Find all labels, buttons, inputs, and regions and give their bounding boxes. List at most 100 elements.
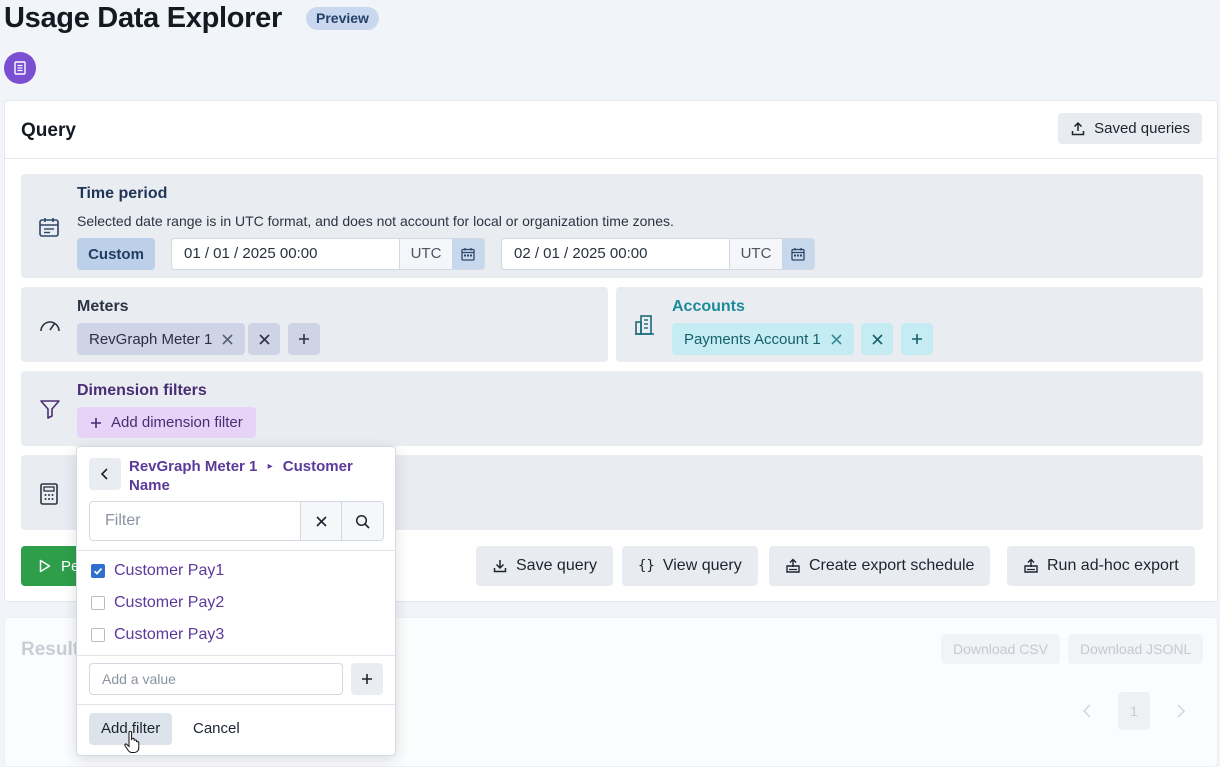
braces-icon: {} bbox=[638, 558, 655, 574]
dimension-value-popover: RevGraph Meter 1 ▸ Customer Name Filter … bbox=[76, 446, 396, 756]
filter-icon bbox=[40, 400, 60, 419]
clear-accounts-button[interactable] bbox=[861, 323, 893, 355]
start-date-group: 01 / 01 / 2025 00:00 UTC bbox=[171, 238, 485, 270]
popover-divider bbox=[77, 550, 395, 551]
view-query-button[interactable]: {} View query bbox=[622, 546, 758, 586]
plus-icon bbox=[912, 334, 922, 344]
value-filter-input[interactable]: Filter bbox=[90, 502, 301, 540]
checkbox-checked[interactable] bbox=[91, 564, 105, 578]
page-number[interactable]: 1 bbox=[1118, 692, 1150, 730]
start-date-input[interactable]: 01 / 01 / 2025 00:00 bbox=[172, 239, 400, 269]
calendar-icon bbox=[461, 248, 475, 261]
plus-icon bbox=[362, 674, 372, 684]
export-icon bbox=[1024, 558, 1038, 573]
add-meter-button[interactable] bbox=[288, 323, 320, 355]
end-date-picker-button[interactable] bbox=[782, 239, 814, 269]
check-icon bbox=[93, 568, 103, 575]
search-icon bbox=[355, 514, 370, 529]
chevron-left-icon bbox=[100, 468, 108, 480]
clear-meters-button[interactable] bbox=[248, 323, 280, 355]
end-timezone: UTC bbox=[730, 239, 782, 269]
add-value-input[interactable]: Add a value bbox=[89, 663, 343, 695]
create-export-schedule-label: Create export schedule bbox=[809, 557, 975, 574]
dimension-filters-panel: Dimension filters Add dimension filter bbox=[21, 371, 1203, 446]
download-icon bbox=[493, 560, 507, 573]
gauge-icon bbox=[40, 321, 60, 332]
dimension-path: RevGraph Meter 1 ▸ Customer Name bbox=[129, 457, 379, 495]
meters-panel: Meters RevGraph Meter 1 bbox=[21, 287, 608, 362]
value-option-label: Customer Pay1 bbox=[114, 562, 225, 579]
accounts-panel: Accounts Payments Account 1 bbox=[616, 287, 1203, 362]
checkbox[interactable] bbox=[91, 628, 105, 642]
clear-filter-button[interactable] bbox=[301, 502, 342, 540]
dimension-filters-title: Dimension filters bbox=[77, 382, 207, 399]
value-filter-group: Filter bbox=[89, 501, 384, 541]
download-jsonl-button[interactable]: Download JSONL bbox=[1068, 634, 1204, 664]
prev-page-button[interactable] bbox=[1071, 692, 1103, 730]
plus-icon bbox=[91, 417, 101, 428]
account-chip: Payments Account 1 bbox=[672, 323, 854, 355]
add-value-button[interactable] bbox=[351, 663, 383, 695]
path-separator: ▸ bbox=[267, 461, 273, 472]
close-icon bbox=[258, 333, 270, 345]
calendar-icon bbox=[791, 248, 805, 261]
building-icon bbox=[635, 315, 654, 335]
query-header: Query Saved queries bbox=[5, 101, 1217, 159]
add-dimension-filter-label: Add dimension filter bbox=[111, 414, 243, 431]
download-csv-button[interactable]: Download CSV bbox=[941, 634, 1060, 664]
start-date-picker-button[interactable] bbox=[452, 239, 484, 269]
query-title: Query bbox=[21, 120, 76, 141]
remove-chip-icon[interactable] bbox=[831, 333, 842, 345]
results-title: Result bbox=[21, 639, 80, 660]
meter-chip: RevGraph Meter 1 bbox=[77, 323, 246, 355]
start-timezone: UTC bbox=[400, 239, 452, 269]
upload-icon bbox=[1071, 121, 1085, 135]
custom-range-button[interactable]: Custom bbox=[77, 238, 155, 270]
value-option[interactable]: Customer Pay1 bbox=[91, 559, 224, 583]
close-icon bbox=[315, 515, 327, 527]
run-adhoc-export-button[interactable]: Run ad-hoc export bbox=[1007, 546, 1195, 586]
meters-title: Meters bbox=[77, 298, 129, 315]
run-adhoc-export-label: Run ad-hoc export bbox=[1047, 557, 1179, 574]
time-period-title: Time period bbox=[77, 185, 168, 202]
create-export-schedule-button[interactable]: Create export schedule bbox=[769, 546, 991, 586]
page-title: Usage Data Explorer bbox=[4, 2, 282, 34]
plus-icon bbox=[299, 334, 309, 344]
value-option-label: Customer Pay3 bbox=[114, 626, 225, 643]
path-meter: RevGraph Meter 1 bbox=[129, 458, 258, 475]
back-button[interactable] bbox=[89, 458, 121, 490]
hand-cursor-icon bbox=[124, 731, 140, 753]
saved-queries-label: Saved queries bbox=[1094, 120, 1190, 137]
add-dimension-filter-button[interactable]: Add dimension filter bbox=[77, 407, 256, 438]
meter-chip-label: RevGraph Meter 1 bbox=[89, 330, 213, 348]
chevron-right-icon bbox=[1177, 704, 1186, 718]
calendar-icon bbox=[39, 218, 59, 237]
view-query-label: View query bbox=[662, 557, 742, 574]
save-query-button[interactable]: Save query bbox=[476, 546, 613, 586]
cancel-button[interactable]: Cancel bbox=[193, 713, 240, 745]
time-period-description: Selected date range is in UTC format, an… bbox=[77, 213, 674, 229]
play-icon bbox=[39, 559, 51, 573]
value-option[interactable]: Customer Pay2 bbox=[91, 591, 224, 615]
search-button[interactable] bbox=[342, 502, 383, 540]
end-date-input[interactable]: 02 / 01 / 2025 00:00 bbox=[502, 239, 730, 269]
remove-chip-icon[interactable] bbox=[222, 333, 233, 345]
calculator-icon bbox=[40, 483, 58, 505]
end-date-group: 02 / 01 / 2025 00:00 UTC bbox=[501, 238, 815, 270]
saved-queries-button[interactable]: Saved queries bbox=[1058, 113, 1202, 144]
accounts-title: Accounts bbox=[672, 298, 745, 315]
popover-divider bbox=[77, 655, 395, 656]
time-period-panel: Time period Selected date range is in UT… bbox=[21, 174, 1203, 278]
close-icon bbox=[871, 333, 883, 345]
checkbox[interactable] bbox=[91, 596, 105, 610]
popover-divider bbox=[77, 704, 395, 705]
document-icon bbox=[14, 61, 26, 75]
save-query-label: Save query bbox=[516, 557, 597, 574]
add-account-button[interactable] bbox=[901, 323, 933, 355]
document-button[interactable] bbox=[4, 52, 36, 84]
value-option[interactable]: Customer Pay3 bbox=[91, 623, 224, 647]
value-option-label: Customer Pay2 bbox=[114, 594, 225, 611]
next-page-button[interactable] bbox=[1165, 692, 1197, 730]
export-icon bbox=[786, 558, 800, 573]
preview-badge: Preview bbox=[306, 7, 379, 30]
